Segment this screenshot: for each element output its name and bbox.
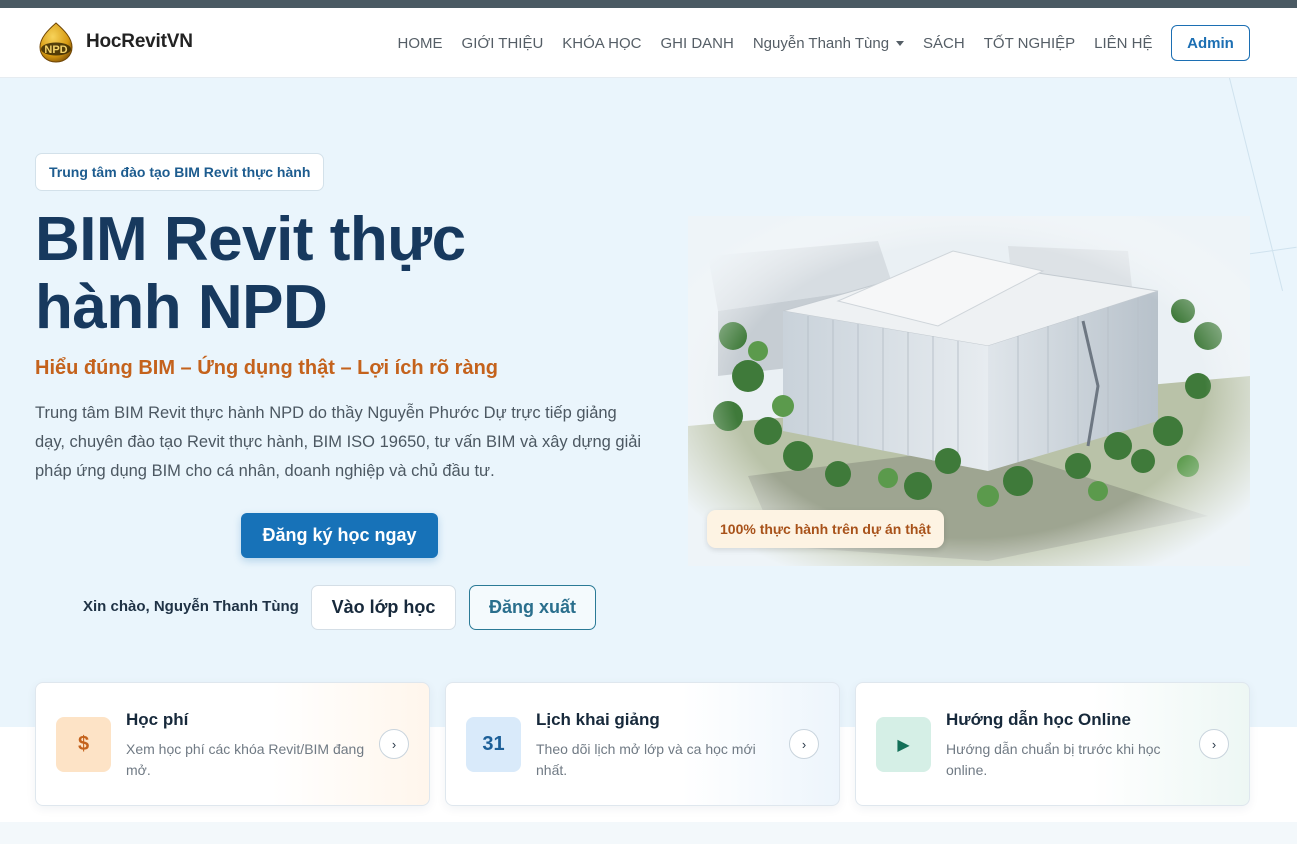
logout-button[interactable]: Đăng xuất xyxy=(469,585,596,630)
nav-sach[interactable]: SÁCH xyxy=(914,35,975,52)
card-title: Học phí xyxy=(126,710,189,729)
play-icon: ▶ xyxy=(876,717,931,772)
hero-title-line-2: hành NPD xyxy=(35,273,328,342)
main-nav: HOME GIỚI THIỆU KHÓA HỌC GHI DANH Nguyễn… xyxy=(388,25,1250,61)
chevron-right-icon[interactable]: › xyxy=(1199,729,1229,759)
brand-name: HocRevitVN xyxy=(86,31,193,52)
nav-user-name: Nguyễn Thanh Tùng xyxy=(752,34,890,52)
nav-ghi-danh[interactable]: GHI DANH xyxy=(651,35,743,52)
bottom-strip xyxy=(0,822,1297,844)
hero-tagline: Hiểu đúng BIM – Ứng dụng thật – Lợi ích … xyxy=(35,357,499,379)
hero-eyebrow-pill: Trung tâm đào tạo BIM Revit thực hành xyxy=(35,153,325,191)
hero-section: Trung tâm đào tạo BIM Revit thực hành BI… xyxy=(0,78,1297,727)
chevron-down-icon xyxy=(896,40,905,46)
nav-lien-he[interactable]: LIÊN HỆ xyxy=(1085,35,1162,52)
calendar-icon: 31 xyxy=(466,717,521,772)
top-accent-strip xyxy=(0,0,1297,8)
chevron-right-icon[interactable]: › xyxy=(379,729,409,759)
nav-user-dropdown[interactable]: Nguyễn Thanh Tùng xyxy=(743,35,913,52)
card-description: Xem học phí các khóa Revit/BIM đang mở. xyxy=(126,741,365,778)
npd-logo: NPD xyxy=(34,20,78,64)
card-tuition[interactable]: $ Học phí Xem học phí các khóa Revit/BIM… xyxy=(35,682,430,806)
brand-home-link[interactable]: NPD HocRevitVN xyxy=(34,20,193,64)
card-title: Lịch khai giảng xyxy=(536,710,660,729)
card-description: Theo dõi lịch mở lớp và ca học mới nhất. xyxy=(536,741,756,778)
greeting-text: Xin chào, Nguyễn Thanh Tùng xyxy=(83,598,299,615)
hero-title: BIM Revit thực hành NPD xyxy=(35,206,595,342)
nav-home[interactable]: HOME xyxy=(388,35,452,52)
admin-button[interactable]: Admin xyxy=(1171,25,1250,61)
nav-gioi-thieu[interactable]: GIỚI THIỆU xyxy=(452,35,553,52)
image-badge: 100% thực hành trên dự án thật xyxy=(707,510,944,548)
hero-description: Trung tâm BIM Revit thực hành NPD do thầ… xyxy=(35,404,642,480)
enter-class-button[interactable]: Vào lớp học xyxy=(311,585,456,630)
nav-tot-nghiep[interactable]: TỐT NGHIỆP xyxy=(974,35,1084,52)
dollar-icon: $ xyxy=(56,717,111,772)
nav-khoa-hoc[interactable]: KHÓA HỌC xyxy=(553,35,651,52)
svg-text:NPD: NPD xyxy=(44,44,67,56)
card-schedule[interactable]: 31 Lịch khai giảng Theo dõi lịch mở lớp … xyxy=(445,682,840,806)
register-now-button[interactable]: Đăng ký học ngay xyxy=(241,513,438,558)
chevron-right-icon[interactable]: › xyxy=(789,729,819,759)
hero-title-line-1: BIM Revit thực xyxy=(35,205,466,274)
card-description: Hướng dẫn chuẩn bị trước khi học online. xyxy=(946,741,1161,778)
navbar: NPD HocRevitVN HOME GIỚI THIỆU KHÓA HỌC … xyxy=(0,8,1297,78)
card-title: Hướng dẫn học Online xyxy=(946,710,1131,729)
card-online-guide[interactable]: ▶ Hướng dẫn học Online Hướng dẫn chuẩn b… xyxy=(855,682,1250,806)
